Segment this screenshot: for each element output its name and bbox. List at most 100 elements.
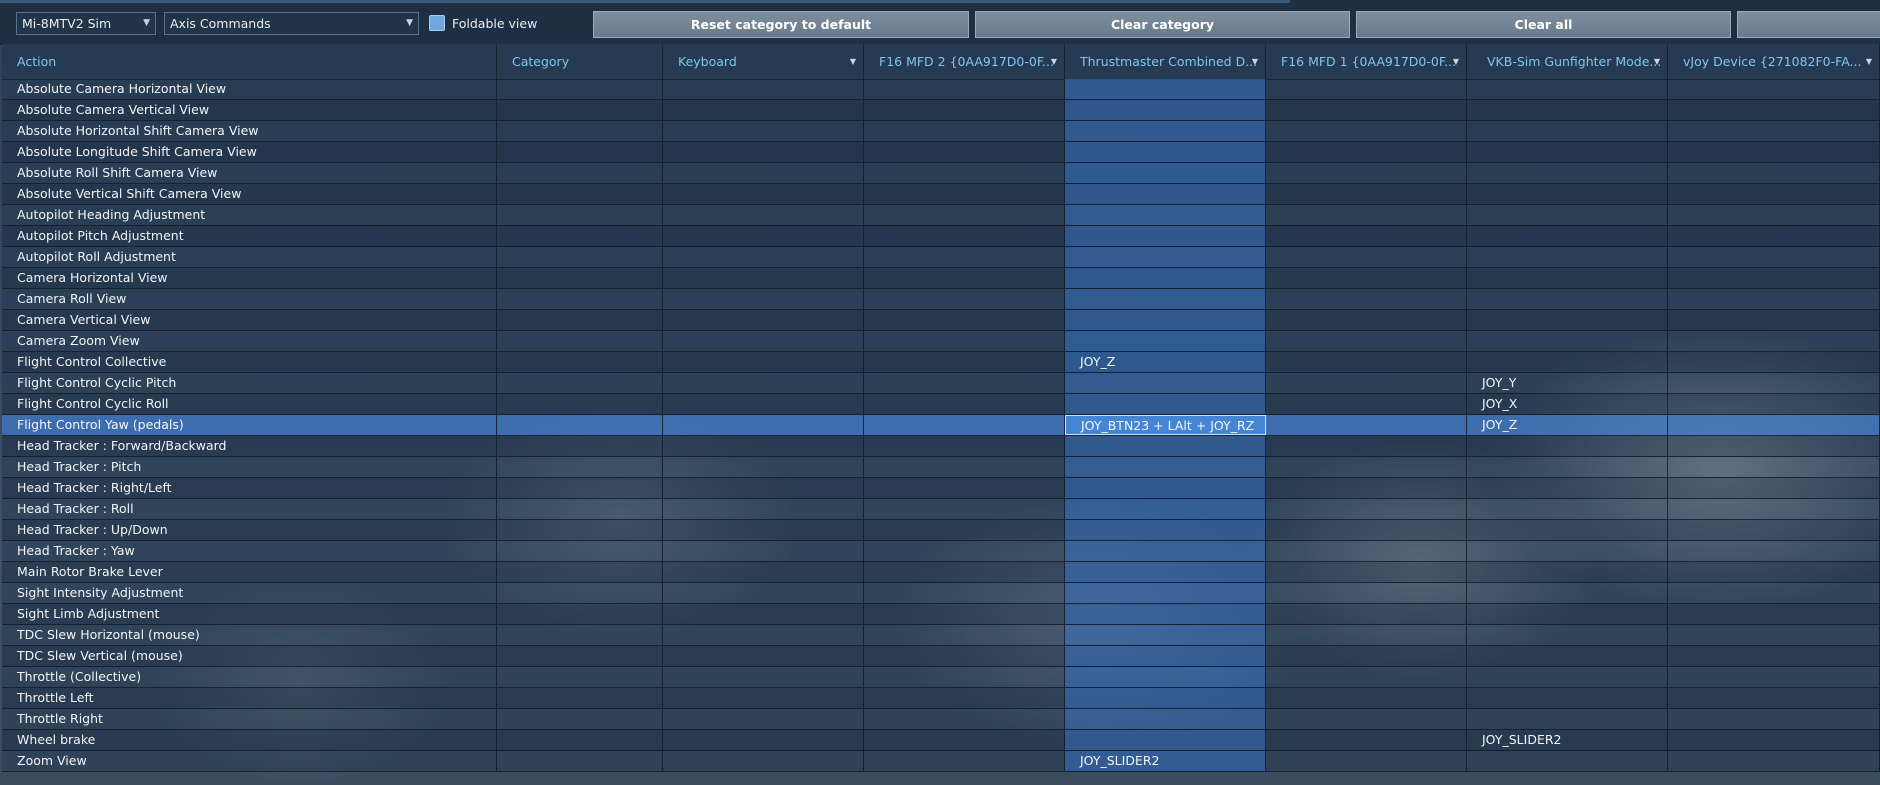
binding-cell[interactable]: [1467, 646, 1668, 666]
binding-cell[interactable]: [1668, 415, 1880, 435]
binding-cell[interactable]: [1065, 205, 1266, 225]
action-cell[interactable]: Zoom View: [2, 751, 497, 771]
binding-cell[interactable]: [1065, 646, 1266, 666]
action-cell[interactable]: Flight Control Cyclic Pitch: [2, 373, 497, 393]
binding-cell[interactable]: [1065, 583, 1266, 603]
column-header[interactable]: Thrustmaster Combined D... ▼: [1065, 44, 1266, 79]
binding-cell[interactable]: [663, 205, 864, 225]
binding-cell[interactable]: [497, 268, 663, 288]
aircraft-select[interactable]: Mi-8MTV2 Sim ▼: [16, 12, 156, 35]
binding-cell[interactable]: [1065, 709, 1266, 729]
binding-cell[interactable]: [1668, 184, 1880, 204]
binding-cell[interactable]: [1668, 79, 1880, 99]
table-row[interactable]: Absolute Camera Vertical View: [2, 100, 1880, 121]
binding-cell[interactable]: [497, 478, 663, 498]
binding-cell[interactable]: [1467, 709, 1668, 729]
binding-cell[interactable]: [1668, 247, 1880, 267]
binding-cell[interactable]: [497, 646, 663, 666]
binding-cell[interactable]: [864, 184, 1065, 204]
binding-cell[interactable]: [497, 499, 663, 519]
action-cell[interactable]: TDC Slew Vertical (mouse): [2, 646, 497, 666]
binding-cell[interactable]: [1467, 751, 1668, 771]
column-header[interactable]: F16 MFD 2 {0AA917D0-0F... ▼: [864, 44, 1065, 79]
binding-cell[interactable]: [864, 142, 1065, 162]
binding-cell[interactable]: [864, 436, 1065, 456]
binding-cell[interactable]: [864, 310, 1065, 330]
binding-cell[interactable]: [1065, 520, 1266, 540]
binding-cell[interactable]: [1467, 142, 1668, 162]
binding-cell[interactable]: [497, 562, 663, 582]
table-row[interactable]: Camera Vertical View: [2, 310, 1880, 331]
binding-cell[interactable]: JOY_SLIDER2: [1065, 751, 1266, 771]
binding-cell[interactable]: JOY_X: [1467, 394, 1668, 414]
table-row[interactable]: Autopilot Pitch Adjustment: [2, 226, 1880, 247]
binding-cell[interactable]: [663, 646, 864, 666]
table-row[interactable]: Throttle (Collective): [2, 667, 1880, 688]
action-cell[interactable]: Absolute Longitude Shift Camera View: [2, 142, 497, 162]
binding-cell[interactable]: [497, 394, 663, 414]
binding-cell[interactable]: [1065, 79, 1266, 99]
table-row[interactable]: Main Rotor Brake Lever: [2, 562, 1880, 583]
column-header[interactable]: Action: [2, 44, 497, 79]
binding-cell[interactable]: [1266, 184, 1467, 204]
binding-cell[interactable]: [864, 352, 1065, 372]
binding-cell[interactable]: [1266, 499, 1467, 519]
binding-cell[interactable]: [1266, 646, 1467, 666]
table-row[interactable]: Sight Limb Adjustment: [2, 604, 1880, 625]
binding-cell[interactable]: [1668, 352, 1880, 372]
binding-cell[interactable]: [1668, 205, 1880, 225]
binding-cell[interactable]: [663, 415, 864, 435]
binding-cell[interactable]: [663, 436, 864, 456]
binding-cell[interactable]: [1668, 226, 1880, 246]
binding-cell[interactable]: [1266, 163, 1467, 183]
binding-cell[interactable]: [1668, 436, 1880, 456]
binding-cell[interactable]: [497, 331, 663, 351]
binding-cell[interactable]: [497, 415, 663, 435]
table-row[interactable]: TDC Slew Horizontal (mouse): [2, 625, 1880, 646]
binding-cell[interactable]: [864, 205, 1065, 225]
binding-cell[interactable]: [1065, 184, 1266, 204]
binding-cell[interactable]: [497, 751, 663, 771]
binding-cell[interactable]: [1467, 184, 1668, 204]
binding-cell[interactable]: [663, 520, 864, 540]
binding-cell[interactable]: [1668, 604, 1880, 624]
binding-cell[interactable]: [1266, 205, 1467, 225]
binding-cell[interactable]: [1467, 436, 1668, 456]
table-row[interactable]: Camera Horizontal View: [2, 268, 1880, 289]
column-menu-icon[interactable]: ▼: [1866, 44, 1872, 79]
binding-cell[interactable]: [1467, 121, 1668, 141]
binding-cell[interactable]: [864, 226, 1065, 246]
table-row[interactable]: Zoom View JOY_SLIDER2: [2, 751, 1880, 772]
binding-cell[interactable]: JOY_Z: [1065, 352, 1266, 372]
binding-cell[interactable]: [663, 751, 864, 771]
reset-category-button[interactable]: Reset category to default: [593, 11, 969, 38]
binding-cell[interactable]: [1065, 331, 1266, 351]
binding-cell[interactable]: [497, 520, 663, 540]
binding-cell[interactable]: [1266, 667, 1467, 687]
binding-cell[interactable]: [864, 604, 1065, 624]
table-row[interactable]: Flight Control Collective JOY_Z: [2, 352, 1880, 373]
binding-cell[interactable]: [663, 688, 864, 708]
binding-cell[interactable]: [1467, 289, 1668, 309]
binding-cell[interactable]: [1467, 331, 1668, 351]
binding-cell[interactable]: [663, 79, 864, 99]
binding-cell[interactable]: [1266, 100, 1467, 120]
binding-cell[interactable]: [663, 184, 864, 204]
binding-cell[interactable]: [663, 394, 864, 414]
binding-cell[interactable]: [663, 541, 864, 561]
binding-cell[interactable]: [497, 604, 663, 624]
table-row[interactable]: Throttle Right: [2, 709, 1880, 730]
binding-cell[interactable]: [1266, 730, 1467, 750]
binding-cell[interactable]: [1266, 226, 1467, 246]
binding-cell[interactable]: [1266, 625, 1467, 645]
binding-cell[interactable]: [864, 415, 1065, 435]
action-cell[interactable]: Autopilot Pitch Adjustment: [2, 226, 497, 246]
binding-cell[interactable]: [1266, 709, 1467, 729]
binding-cell[interactable]: [864, 520, 1065, 540]
binding-cell[interactable]: [1065, 142, 1266, 162]
binding-cell[interactable]: [1668, 709, 1880, 729]
binding-cell[interactable]: [864, 730, 1065, 750]
table-row[interactable]: Head Tracker : Yaw: [2, 541, 1880, 562]
binding-cell[interactable]: [663, 352, 864, 372]
binding-cell[interactable]: [1266, 331, 1467, 351]
